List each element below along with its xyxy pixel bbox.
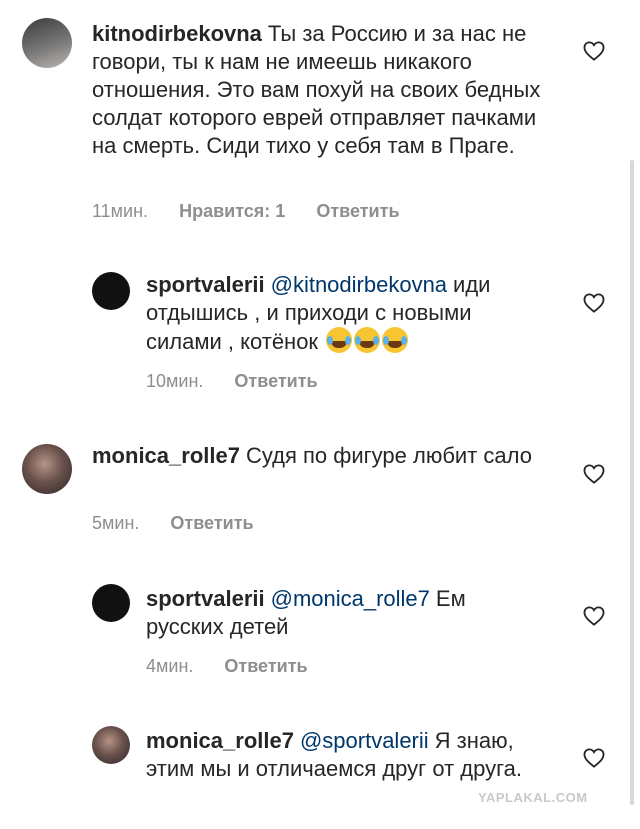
comment-text: monica_rolle7 @sportvalerii Я знаю, этим м… [146, 727, 546, 783]
reply-button[interactable]: Ответить [316, 201, 399, 221]
timestamp: 4мин. [146, 656, 194, 676]
mention-link[interactable]: @monica_rolle7 [271, 586, 430, 611]
comment-line: силами , котёнок [146, 329, 319, 354]
comment-line: Ем [435, 586, 466, 611]
comment-line: сало [483, 443, 532, 468]
comment-text: kitnodirbekovna Ты за Россию и за нас не … [92, 20, 562, 160]
heart-icon[interactable] [583, 464, 605, 484]
reply-button[interactable]: Ответить [170, 513, 253, 533]
avatar[interactable] [22, 444, 72, 494]
username[interactable]: monica_rolle7 [92, 443, 240, 468]
comment-line: Судя по фигуре любит [245, 443, 478, 468]
comment-meta: 11мин. Нравится: 1 Ответить [92, 201, 426, 222]
avatar[interactable] [22, 18, 72, 68]
username[interactable]: sportvalerii [146, 272, 265, 297]
comment-line: от друга. [432, 756, 522, 781]
comment-line: отдышись , и приходи с новыми [146, 300, 472, 325]
comment-meta: 4мин. Ответить [146, 656, 334, 677]
username[interactable]: sportvalerii [146, 586, 265, 611]
mention-link[interactable]: @sportvalerii [300, 728, 429, 753]
watermark: YAPLAKAL.COM [478, 790, 588, 805]
comment-line: тихо у себя там в Праге. [265, 133, 515, 158]
heart-icon[interactable] [583, 748, 605, 768]
laughing-emoji-icon [382, 327, 409, 353]
comment-meta: 10мин. Ответить [146, 371, 344, 392]
comment-text: sportvalerii @kitnodirbekovna иди отдышись… [146, 271, 546, 356]
avatar[interactable] [92, 272, 130, 310]
heart-icon[interactable] [583, 293, 605, 313]
heart-icon[interactable] [583, 41, 605, 61]
timestamp: 10мин. [146, 371, 204, 391]
comment-meta: 5мин. Ответить [92, 513, 280, 534]
timestamp: 11мин. [92, 201, 149, 221]
comment-text: sportvalerii @monica_rolle7 Ем русских дет… [146, 585, 546, 641]
avatar[interactable] [92, 584, 130, 622]
reply-button[interactable]: Ответить [224, 656, 307, 676]
username[interactable]: kitnodirbekovna [92, 21, 262, 46]
avatar[interactable] [92, 726, 130, 764]
laughing-emoji-icon [326, 327, 353, 353]
likes-count[interactable]: Нравится: 1 [179, 201, 285, 221]
laughing-emoji-icon [354, 327, 381, 353]
comment-line: Ты за Россию и за нас [267, 21, 496, 46]
reply-button[interactable]: Ответить [234, 371, 317, 391]
timestamp: 5мин. [92, 513, 140, 533]
username[interactable]: monica_rolle7 [146, 728, 294, 753]
comment-line: русских детей [146, 614, 289, 639]
scrollbar[interactable] [630, 160, 634, 805]
comment-text: monica_rolle7 Судя по фигуре любит сало [92, 442, 562, 470]
comment-line: иди [453, 272, 491, 297]
comment-line: Я [434, 728, 451, 753]
mention-link[interactable]: @kitnodirbekovna [271, 272, 447, 297]
heart-icon[interactable] [583, 606, 605, 626]
